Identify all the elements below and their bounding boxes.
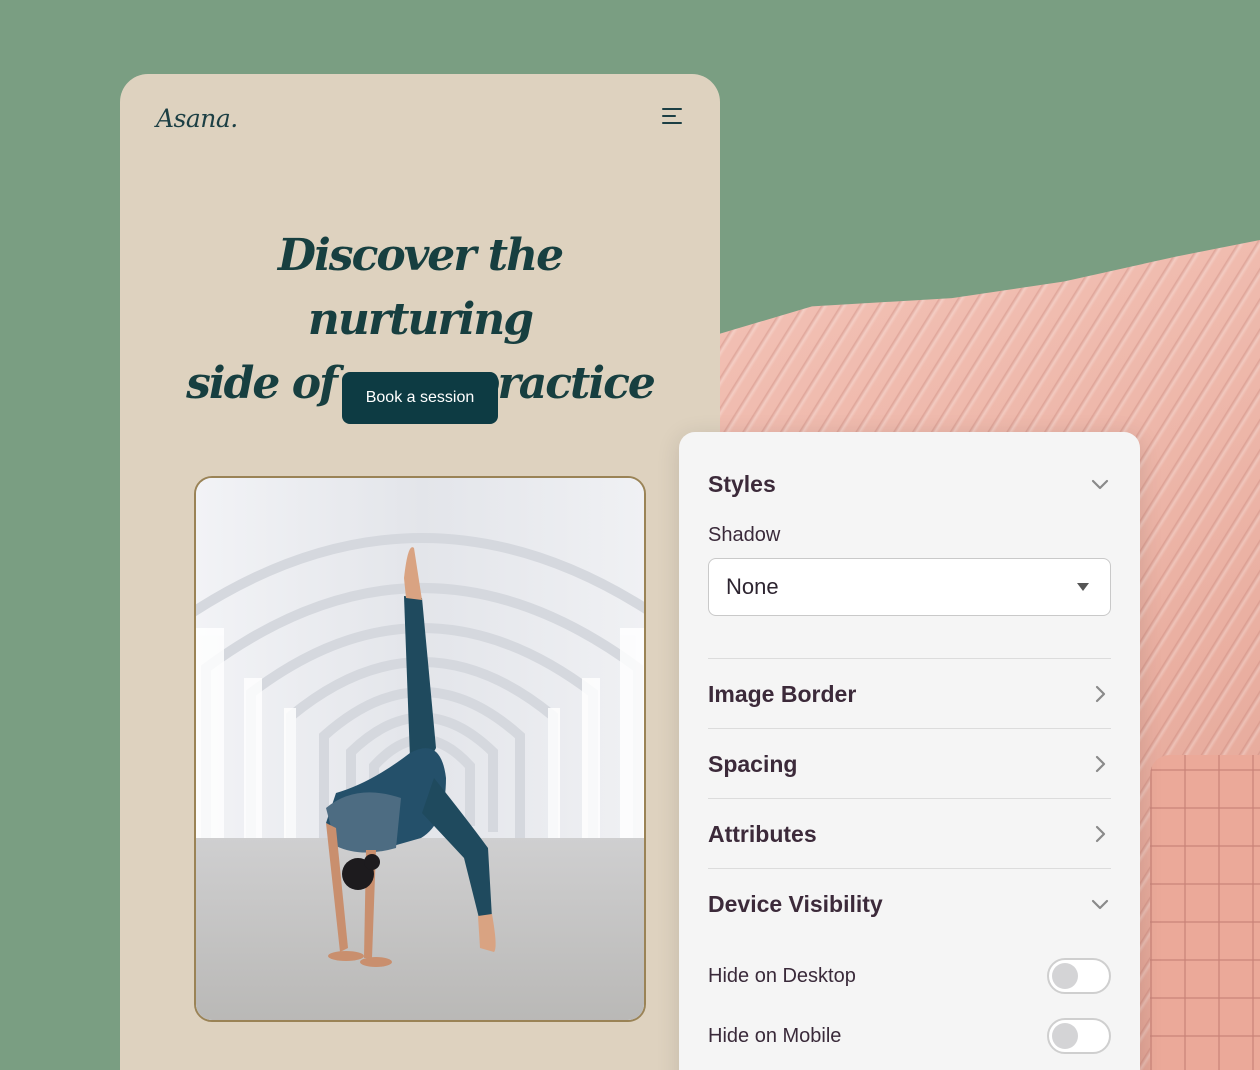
hide-on-desktop-toggle[interactable] bbox=[1047, 958, 1111, 994]
chevron-down-icon[interactable] bbox=[1089, 893, 1111, 915]
attributes-title: Attributes bbox=[708, 820, 817, 847]
spacing-title: Spacing bbox=[708, 750, 798, 777]
chevron-right-icon[interactable] bbox=[1089, 823, 1111, 845]
styles-section-title: Styles bbox=[708, 470, 776, 497]
attributes-section-header[interactable]: Attributes bbox=[708, 799, 1111, 869]
chevron-right-icon[interactable] bbox=[1089, 683, 1111, 705]
hero-photo bbox=[194, 476, 646, 1022]
device-visibility-section-header[interactable]: Device Visibility bbox=[708, 869, 1111, 939]
book-session-button[interactable]: Book a session bbox=[342, 372, 498, 424]
quilted-blanket-backdrop bbox=[1150, 755, 1260, 1070]
mobile-site-preview: Asana. Discover the nurturing side of yo… bbox=[120, 74, 720, 1070]
hide-on-desktop-label: Hide on Desktop bbox=[708, 964, 856, 987]
toggle-knob bbox=[1052, 1023, 1078, 1049]
spacing-section-header[interactable]: Spacing bbox=[708, 729, 1111, 799]
image-border-section-header[interactable]: Image Border bbox=[708, 659, 1111, 729]
hide-on-mobile-label: Hide on Mobile bbox=[708, 1024, 842, 1047]
yoga-photo-illustration bbox=[196, 478, 644, 1020]
hero-title-line-1: Discover the nurturing bbox=[277, 230, 564, 345]
shadow-label: Shadow bbox=[708, 524, 781, 546]
image-border-title: Image Border bbox=[708, 680, 857, 707]
block-settings-panel: Styles Shadow None Image Border Spacing … bbox=[679, 432, 1140, 1070]
styles-section-header[interactable]: Styles bbox=[708, 449, 1111, 519]
chevron-down-icon[interactable] bbox=[1089, 473, 1111, 495]
hide-on-mobile-toggle[interactable] bbox=[1047, 1018, 1111, 1054]
shadow-select-value: None bbox=[726, 574, 779, 599]
chevron-right-icon[interactable] bbox=[1089, 753, 1111, 775]
hide-on-mobile-row: Hide on Mobile bbox=[708, 1016, 1111, 1056]
caret-down-icon bbox=[1077, 583, 1089, 591]
shadow-select[interactable]: None bbox=[708, 558, 1111, 616]
brand-logo[interactable]: Asana. bbox=[156, 104, 238, 133]
device-visibility-title: Device Visibility bbox=[708, 890, 883, 917]
hide-on-desktop-row: Hide on Desktop bbox=[708, 956, 1111, 996]
hamburger-icon[interactable] bbox=[660, 106, 684, 126]
toggle-knob bbox=[1052, 963, 1078, 989]
